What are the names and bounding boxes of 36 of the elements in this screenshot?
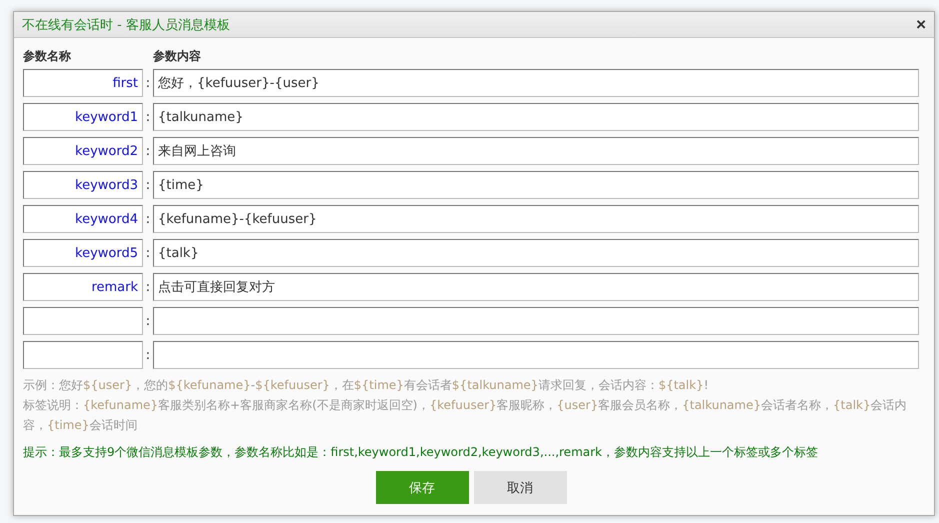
tag-description-text: 标签说明：{kefuname}客服类别名称+客服商家名称(不是商家时返回空)，{kefuuser}客服昵称，{user}客服会员名称，{talkuname}会话者名称，{talk}会话内容，{time}会话时间: [23, 397, 908, 434]
parameter-content-field[interactable]: {talk}: [152, 239, 919, 267]
parameter-content-field[interactable]: {kefuname}-{kefuuser}: [152, 205, 919, 233]
parameter-content-field[interactable]: 您好，{kefuuser}-{user}: [152, 69, 919, 97]
colon: :: [144, 280, 152, 294]
parameter-content-field[interactable]: {talkuname}: [152, 103, 919, 131]
column-header: 参数内容: [153, 48, 202, 65]
tip-text: 提示：最多支持9个微信消息模板参数，参数名称比如是：first,keyword1,keyword2,keyword3,...,remark，参数内容支持以上一个标签或多个标签: [23, 444, 819, 461]
close-button[interactable]: ×: [916, 16, 926, 33]
parameter-content-field[interactable]: {time}: [152, 171, 919, 199]
parameter-name-field[interactable]: keyword1: [23, 103, 143, 131]
dialog-title: 不在线有会话时 - 客服人员消息模板: [22, 16, 230, 34]
parameter-name-field[interactable]: keyword2: [23, 137, 143, 165]
parameter-content-field[interactable]: [152, 341, 919, 369]
colon: :: [144, 348, 152, 362]
colon: :: [144, 178, 152, 192]
save-button[interactable]: 保存: [376, 471, 468, 504]
colon: :: [144, 246, 152, 260]
colon: :: [144, 76, 152, 90]
parameter-content-field[interactable]: 来自网上咨询: [152, 137, 919, 165]
colon: :: [144, 314, 152, 328]
colon: :: [144, 144, 152, 158]
parameter-name-field[interactable]: [23, 341, 143, 369]
colon: :: [144, 110, 152, 124]
parameter-name-field[interactable]: keyword4: [23, 205, 143, 233]
colon: :: [144, 212, 152, 226]
cancel-button[interactable]: 取消: [474, 471, 566, 504]
parameter-name-field[interactable]: remark: [23, 273, 143, 301]
example-text: 示例：您好${user}，您的${kefuname}-${kefuuser}，在${time}有会话者${talkuname}请求回复，会话内容：${talk}!: [23, 377, 710, 394]
parameter-name-field[interactable]: keyword3: [23, 171, 143, 199]
parameter-name-field[interactable]: first: [23, 69, 143, 97]
parameter-name-field[interactable]: keyword5: [23, 239, 143, 267]
parameter-name-field[interactable]: [23, 307, 143, 335]
parameter-content-field[interactable]: [152, 307, 919, 335]
column-header: 参数名称: [23, 48, 72, 65]
parameter-content-field[interactable]: 点击可直接回复对方: [152, 273, 919, 301]
